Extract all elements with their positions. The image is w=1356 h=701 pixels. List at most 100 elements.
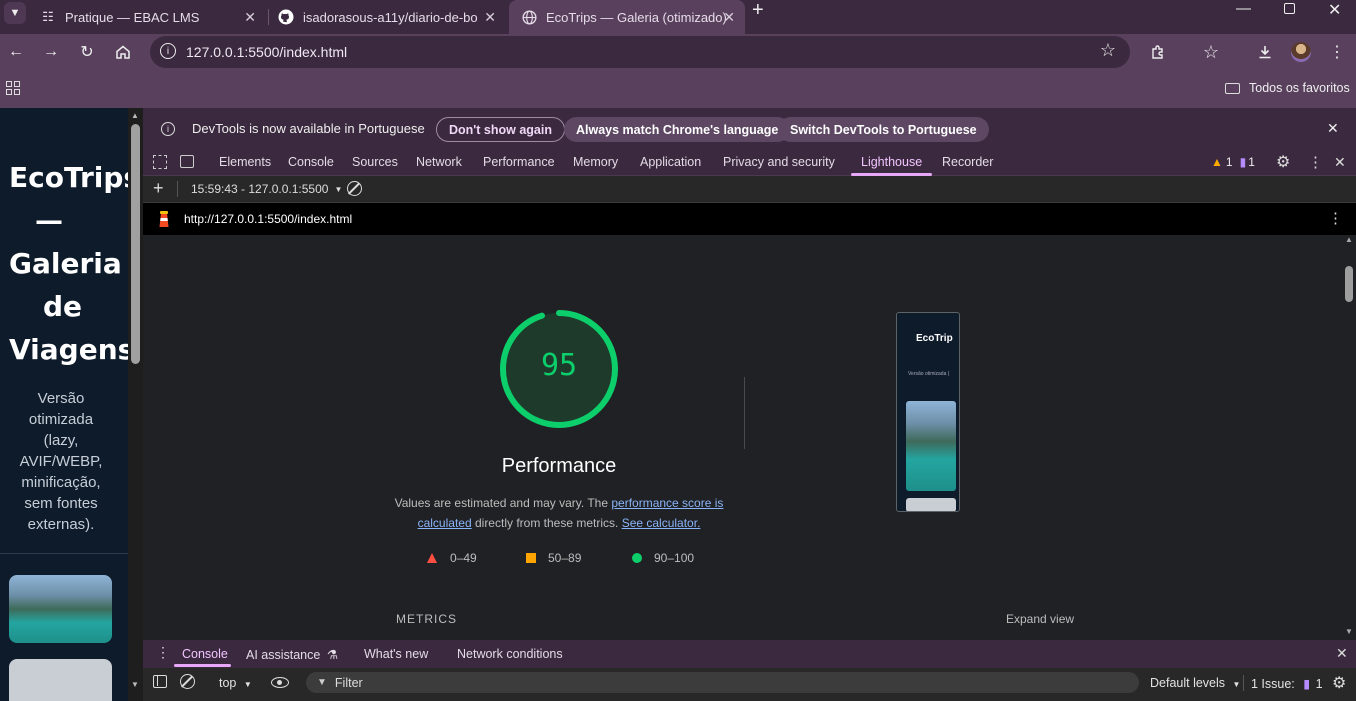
infobar-message: DevTools is now available in Portuguese [192, 121, 425, 136]
report-url[interactable]: http://127.0.0.1:5500/index.html [184, 212, 352, 226]
tab-recorder[interactable]: Recorder [942, 155, 993, 169]
gallery-image-lake[interactable] [9, 575, 112, 643]
minimize-button[interactable]: — [1236, 0, 1251, 17]
tab-sources[interactable]: Sources [352, 155, 398, 169]
expand-view-link[interactable]: Expand view [1006, 612, 1074, 626]
menu-icon[interactable]: ⋮ [1325, 40, 1349, 64]
inspect-element-icon[interactable] [153, 155, 167, 169]
tab-performance[interactable]: Performance [483, 155, 555, 169]
legend-range: 0–49 [450, 551, 477, 565]
sidebar-toggle-icon[interactable] [153, 675, 167, 688]
title-line: — [35, 204, 63, 237]
close-icon[interactable]: ✕ [723, 9, 735, 26]
close-icon[interactable]: ✕ [244, 9, 256, 26]
title-line: de [43, 290, 83, 323]
bookmark-star-icon[interactable]: ☆ [1100, 40, 1116, 61]
metrics-heading: METRICS [396, 612, 457, 626]
tab-memory[interactable]: Memory [573, 155, 618, 169]
live-expression-eye-icon[interactable] [271, 677, 289, 688]
close-devtools-icon[interactable]: ✕ [1334, 154, 1346, 171]
issues-count: 1 [1315, 677, 1323, 691]
log-levels-selector[interactable]: Default levels ▼ [1150, 676, 1240, 690]
address-bar[interactable]: i 127.0.0.1:5500/index.html ☆ [150, 36, 1130, 68]
extensions-icon[interactable] [1146, 40, 1170, 64]
all-bookmarks-folder[interactable]: Todos os favoritos [1225, 81, 1350, 95]
square-icon [526, 553, 536, 563]
button-label: Switch DevTools to Portuguese [790, 122, 977, 137]
more-options-icon[interactable]: ⋮ [1308, 153, 1323, 171]
drawer-tab-network-conditions[interactable]: Network conditions [457, 647, 563, 661]
bookmarks-bar: Todos os favoritos [0, 70, 1356, 108]
reload-button[interactable]: ↻ [75, 40, 99, 64]
clear-console-icon[interactable] [180, 674, 195, 689]
drawer-tab-ai-assistance[interactable]: AI assistance ⚗ [246, 647, 338, 662]
page-scrollbar[interactable]: ▲ ▼ [128, 108, 143, 701]
scrollbar-thumb[interactable] [1345, 266, 1353, 302]
new-report-icon[interactable]: + [153, 178, 164, 199]
new-tab-button[interactable]: + [752, 0, 764, 22]
issues-count: 1 [1248, 155, 1255, 169]
report-menu-icon[interactable]: ⋮ [1328, 209, 1343, 227]
device-toolbar-icon[interactable] [180, 155, 194, 168]
switch-to-portuguese-button[interactable]: Switch DevTools to Portuguese [778, 117, 989, 142]
scroll-up-arrow[interactable]: ▲ [131, 111, 139, 120]
apps-icon[interactable] [6, 81, 20, 95]
warning-badge[interactable]: ▲ 1 ▮ 1 [1211, 155, 1255, 169]
page-content: EcoTrips — Galeria de Viagens Versão oti… [0, 108, 128, 701]
tab-lighthouse[interactable]: Lighthouse [861, 155, 922, 169]
tab-title: EcoTrips — Galeria (otimizado) [546, 9, 727, 25]
tab-elements[interactable]: Elements [219, 155, 271, 169]
tab-ecotrips[interactable]: EcoTrips — Galeria (otimizado) ✕ [509, 0, 745, 34]
subtitle-line: otimizada [28, 411, 94, 428]
restore-button[interactable] [1284, 3, 1295, 14]
vertical-divider [744, 377, 745, 449]
forward-button[interactable]: → [39, 40, 63, 64]
tab-search-button[interactable]: ▼ [4, 2, 26, 24]
legend-range: 50–89 [548, 551, 582, 565]
issues-button[interactable]: 1 Issue: ▮ 1 [1251, 676, 1323, 691]
issues-icon: ▮ [1303, 677, 1311, 691]
close-drawer-icon[interactable]: ✕ [1336, 645, 1348, 662]
scroll-up-arrow[interactable]: ▲ [1345, 235, 1353, 244]
dont-show-again-button[interactable]: Don't show again [436, 117, 565, 142]
report-scrollbar[interactable]: ▲ ▼ [1343, 235, 1356, 640]
console-filter-input[interactable]: ▼ Filter [306, 672, 1139, 693]
close-icon[interactable]: ✕ [484, 9, 496, 26]
subtitle-line: minificação, [21, 474, 101, 491]
site-info-icon[interactable]: i [160, 43, 176, 59]
chevron-down-icon: ▼ [9, 7, 21, 19]
tab-application[interactable]: Application [640, 155, 701, 169]
always-match-language-button[interactable]: Always match Chrome's language [564, 117, 791, 142]
close-infobar-icon[interactable]: ✕ [1327, 120, 1339, 137]
warning-count: 1 [1225, 155, 1233, 169]
tab-github[interactable]: isadorasous-a11y/diario-de-bo ✕ [270, 0, 506, 34]
note-prefix: Values are estimated and may vary. The [394, 496, 612, 510]
download-icon[interactable] [1253, 40, 1277, 64]
clear-reports-icon[interactable] [347, 181, 362, 196]
console-settings-icon[interactable]: ⚙ [1332, 673, 1346, 693]
home-button[interactable] [111, 40, 135, 64]
gallery-image-placeholder[interactable] [9, 659, 112, 701]
drawer-tab-console[interactable]: Console [182, 647, 228, 661]
scroll-down-arrow[interactable]: ▼ [131, 680, 139, 689]
close-window-button[interactable]: ✕ [1328, 0, 1341, 20]
scroll-down-arrow[interactable]: ▼ [1345, 627, 1353, 636]
screenshot-preview[interactable]: EcoTrip Versão otimizada ( [896, 312, 960, 512]
drawer-menu-icon[interactable]: ⋮ [156, 644, 170, 661]
profile-avatar[interactable] [1289, 40, 1313, 64]
report-selector[interactable]: 15:59:43 - 127.0.0.1:5500 ▼ [191, 182, 342, 196]
dropdown-arrow-icon: ▼ [1232, 680, 1241, 689]
tab-privacy-security[interactable]: Privacy and security [723, 155, 835, 169]
scrollbar-thumb[interactable] [131, 124, 140, 364]
tab-network[interactable]: Network [416, 155, 462, 169]
back-button[interactable]: ← [4, 40, 28, 64]
settings-gear-icon[interactable]: ⚙ [1276, 152, 1290, 172]
see-calculator-link[interactable]: See calculator. [622, 516, 701, 530]
bookmarks-star-icon[interactable]: ☆ [1199, 40, 1223, 64]
context-selector[interactable]: top ▼ [219, 676, 252, 690]
tab-console[interactable]: Console [288, 155, 334, 169]
button-label: Always match Chrome's language [576, 122, 779, 137]
title-line: Viagens [9, 333, 128, 366]
drawer-tab-whats-new[interactable]: What's new [364, 647, 428, 661]
tab-ebac[interactable]: ☷ Pratique — EBAC LMS ✕ [30, 0, 266, 34]
